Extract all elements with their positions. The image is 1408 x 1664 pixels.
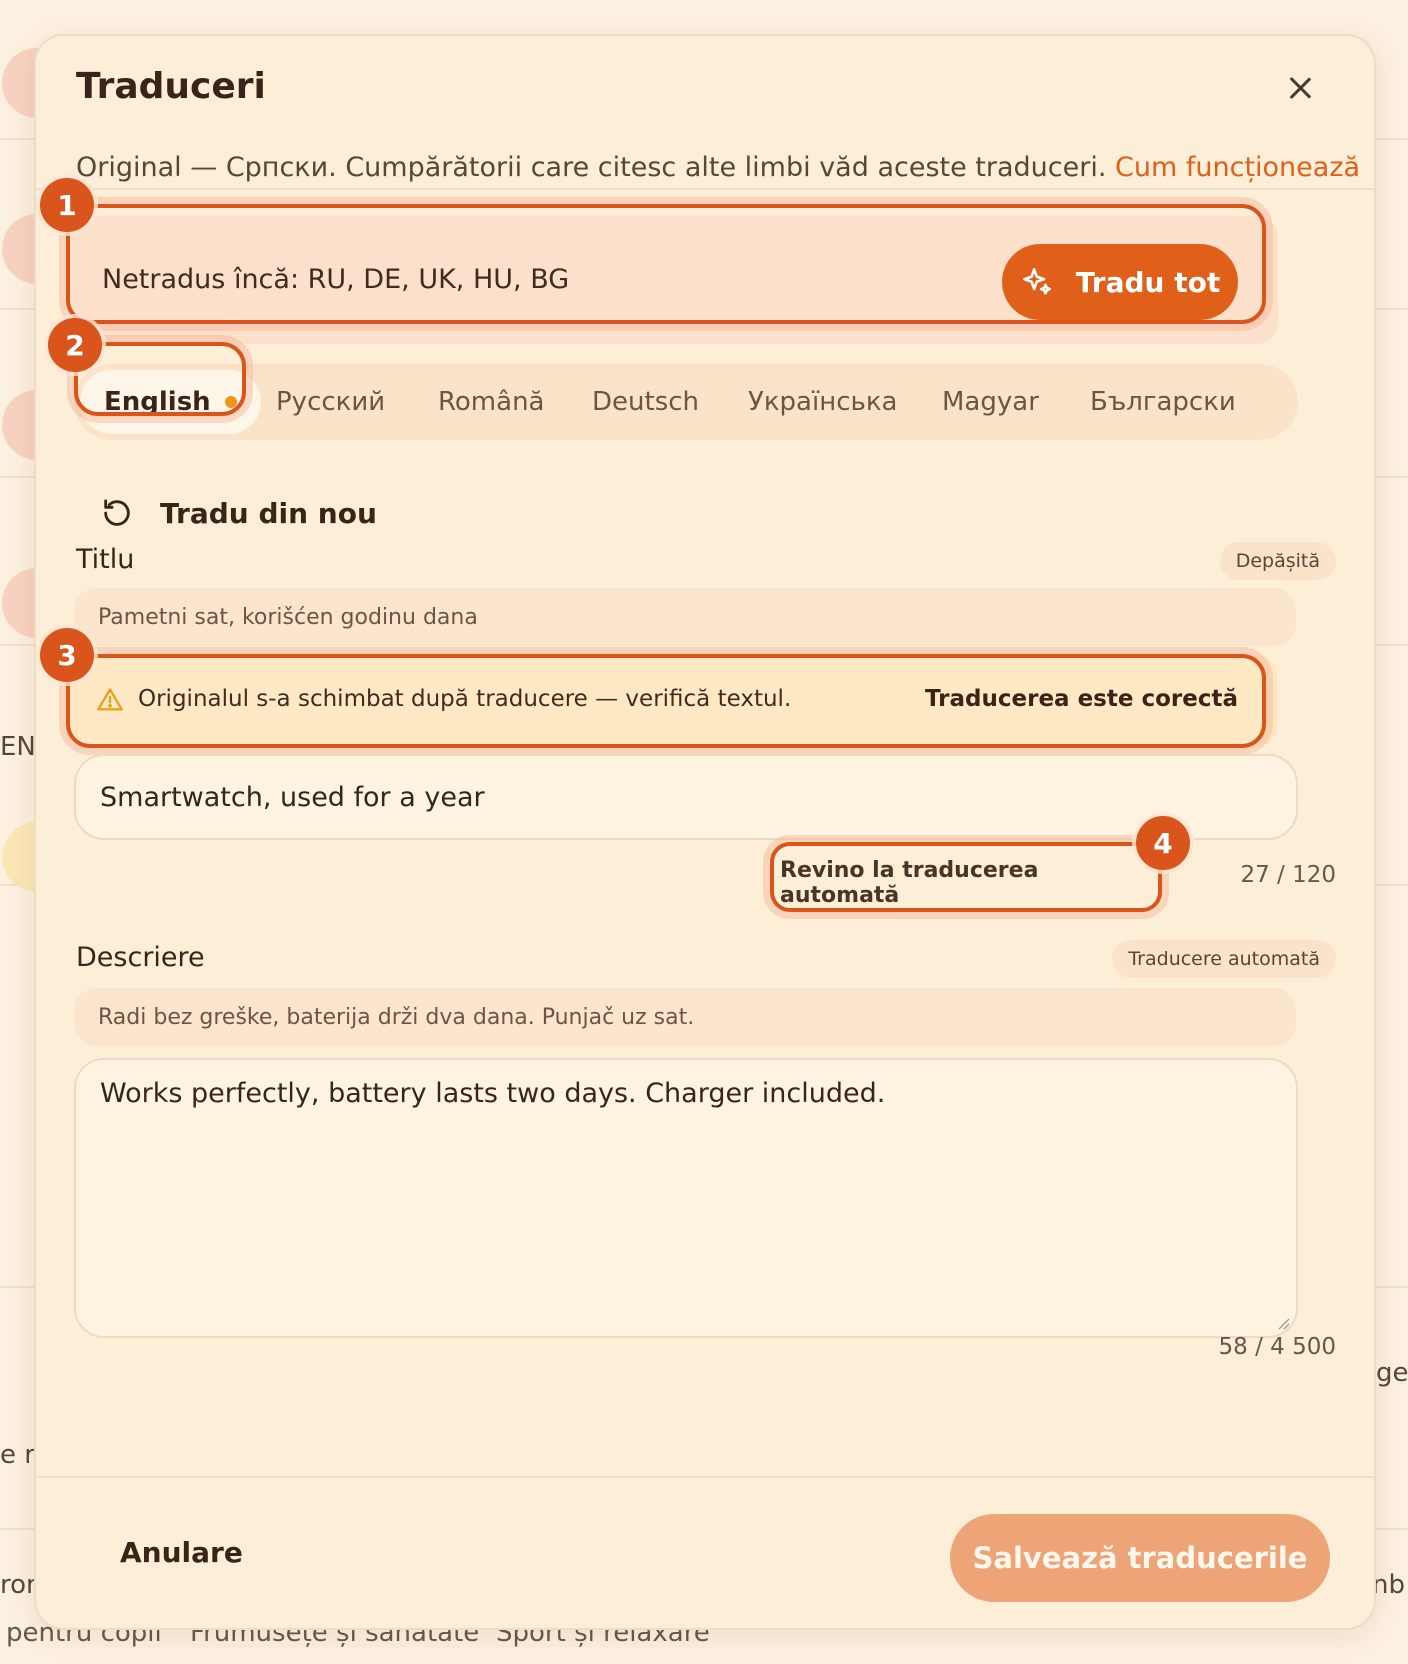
tab-russian[interactable]: Русский bbox=[276, 370, 385, 434]
cancel-button[interactable]: Anulare bbox=[120, 1536, 243, 1569]
how-it-works-link[interactable]: Cum funcționează bbox=[1115, 152, 1360, 183]
title-section-label: Titlu bbox=[76, 544, 135, 575]
resize-grip-icon[interactable] bbox=[1276, 1316, 1290, 1330]
annotation-badge-4: 4 bbox=[1136, 816, 1190, 870]
tab-german[interactable]: Deutsch bbox=[592, 370, 699, 434]
close-icon[interactable] bbox=[1280, 68, 1320, 108]
subtitle-text: Original — Српски. Cumpărătorii care cit… bbox=[76, 152, 1107, 183]
header-divider bbox=[36, 188, 1374, 190]
title-translation-input[interactable]: Smartwatch, used for a year bbox=[74, 754, 1298, 840]
status-badge: Depășită bbox=[1219, 542, 1336, 580]
annotation-badge-1: 1 bbox=[40, 178, 94, 232]
description-char-counter: 58 / 4 500 bbox=[1218, 1334, 1336, 1360]
description-translation-textarea[interactable]: Works perfectly, battery lasts two days.… bbox=[74, 1058, 1298, 1338]
description-value: Works perfectly, battery lasts two days.… bbox=[100, 1078, 886, 1109]
tab-romanian[interactable]: Română bbox=[438, 370, 544, 434]
annotation-badge-2: 2 bbox=[48, 318, 102, 372]
retranslate-label: Tradu din nou bbox=[160, 496, 377, 530]
title-char-counter: 27 / 120 bbox=[1240, 862, 1336, 888]
save-translations-button[interactable]: Salvează traducerile bbox=[950, 1514, 1330, 1602]
tab-ukrainian[interactable]: Українська bbox=[748, 370, 897, 434]
modal-subtitle: Original — Српски. Cumpărătorii care cit… bbox=[76, 152, 1360, 183]
highlight-box-1 bbox=[66, 204, 1266, 324]
bg-text-fragment: nb bbox=[1372, 1570, 1405, 1600]
status-badge: Traducere automată bbox=[1112, 940, 1336, 978]
tab-hungarian[interactable]: Magyar bbox=[942, 370, 1039, 434]
modal-title: Traduceri bbox=[76, 66, 266, 107]
retranslate-button[interactable]: Tradu din nou bbox=[100, 488, 377, 538]
highlight-box-4 bbox=[770, 842, 1162, 912]
bg-text-fragment: ge bbox=[1376, 1358, 1408, 1388]
bg-text-fragment: e r bbox=[0, 1440, 35, 1470]
annotation-badge-3: 3 bbox=[40, 628, 94, 682]
title-original-text: Pametni sat, korišćen godinu dana bbox=[74, 588, 1296, 646]
description-original-text: Radi bez greške, baterija drži dva dana.… bbox=[74, 988, 1296, 1046]
language-tabs: English Русский Română Deutsch Українськ… bbox=[74, 364, 1298, 440]
description-section-label: Descriere bbox=[76, 942, 205, 973]
tab-bulgarian[interactable]: Български bbox=[1090, 370, 1236, 434]
footer-divider bbox=[36, 1476, 1374, 1478]
translations-modal: Traduceri Original — Српски. Cumpărători… bbox=[34, 34, 1376, 1630]
highlight-box-3 bbox=[66, 654, 1266, 748]
refresh-icon bbox=[104, 499, 130, 526]
